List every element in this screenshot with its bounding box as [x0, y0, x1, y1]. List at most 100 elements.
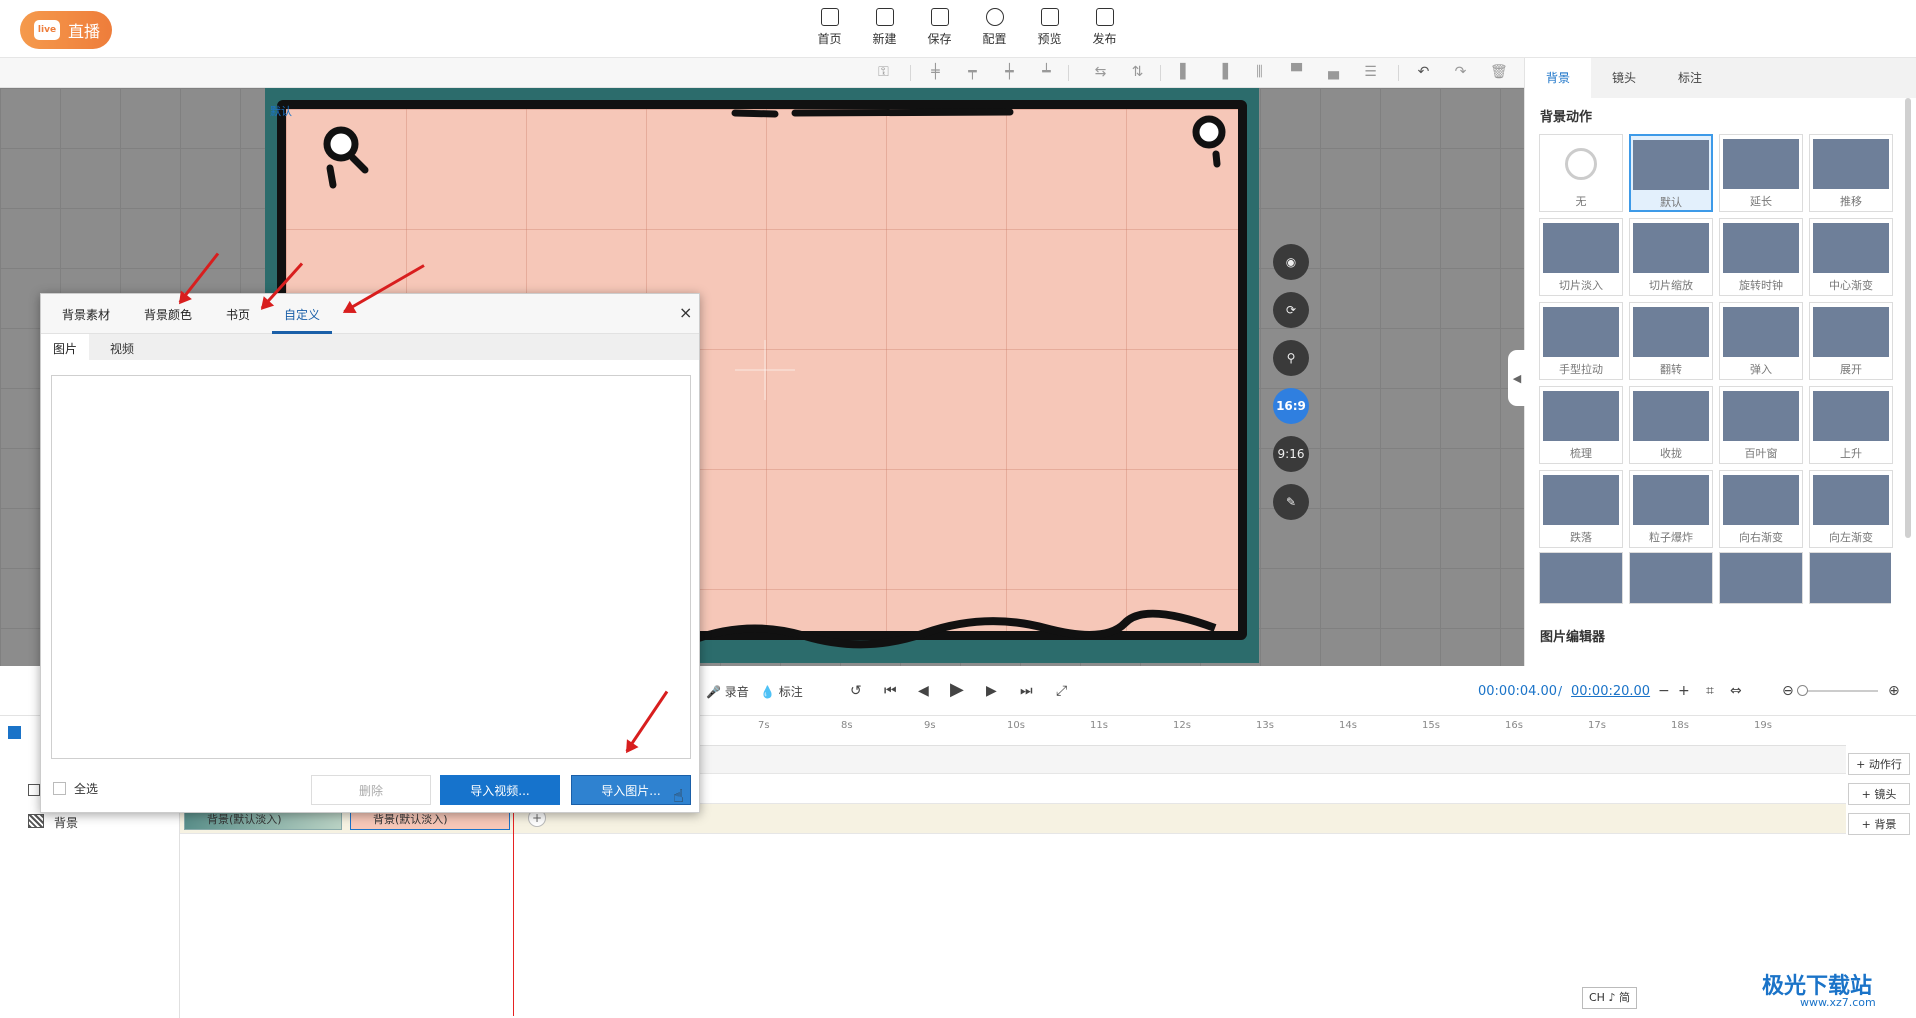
- align-middle-icon[interactable]: ┿: [1002, 65, 1017, 80]
- select-all-checkbox[interactable]: 全选: [53, 780, 98, 797]
- step-back-icon[interactable]: ◀: [918, 683, 929, 699]
- ratio-16-9-button[interactable]: 16:9: [1273, 388, 1309, 424]
- play-icon[interactable]: ▶: [950, 679, 964, 700]
- nav-config[interactable]: 配置: [967, 8, 1022, 47]
- animation-label: 梳理: [1570, 447, 1592, 460]
- import-video-button[interactable]: 导入视频...: [440, 775, 560, 805]
- animation-option[interactable]: 翻转: [1629, 302, 1713, 380]
- add-lens-button[interactable]: + 镜头: [1848, 783, 1910, 805]
- zoom-in-icon[interactable]: ⊕: [1888, 683, 1900, 699]
- ime-indicator[interactable]: CH ♪ 简: [1582, 987, 1637, 1009]
- rotate-button[interactable]: ⟳: [1273, 292, 1309, 328]
- animation-option[interactable]: 手型拉动: [1539, 302, 1623, 380]
- screenshot-button[interactable]: ◉: [1273, 244, 1309, 280]
- animation-option[interactable]: 向右渐变: [1719, 470, 1803, 548]
- annotate-button[interactable]: 💧 标注: [760, 683, 803, 700]
- nav-preview[interactable]: 预览: [1022, 8, 1077, 47]
- tab-custom[interactable]: 自定义: [284, 306, 320, 323]
- skip-end-icon[interactable]: ⏭: [1020, 683, 1033, 699]
- animation-thumb[interactable]: [1719, 552, 1803, 604]
- nav-new[interactable]: 新建: [857, 8, 912, 47]
- unlock-button[interactable]: ⚲: [1273, 340, 1309, 376]
- pencil-icon: ✎: [1285, 495, 1297, 509]
- align-left-icon[interactable]: ▌: [1178, 65, 1193, 80]
- nav-home[interactable]: 首页: [802, 8, 857, 47]
- lock-icon[interactable]: ⚿: [876, 65, 891, 80]
- tab-annotation[interactable]: 标注: [1657, 58, 1723, 98]
- zoom-slider[interactable]: [1800, 690, 1878, 692]
- flip-h-icon[interactable]: ⇆: [1093, 65, 1108, 80]
- animation-thumb: [1723, 223, 1799, 273]
- step-forward-icon[interactable]: ▶: [986, 683, 997, 699]
- animation-option[interactable]: 跌落: [1539, 470, 1623, 548]
- tab-background[interactable]: 背景: [1525, 58, 1591, 98]
- animation-option[interactable]: 无: [1539, 134, 1623, 212]
- animation-thumb: [1543, 391, 1619, 441]
- tab-book-page[interactable]: 书页: [226, 306, 250, 323]
- close-icon[interactable]: ×: [679, 303, 692, 322]
- align-center-h-icon[interactable]: ╪: [928, 65, 943, 80]
- animation-option[interactable]: 上升: [1809, 386, 1893, 464]
- nav-preview-label: 预览: [1037, 32, 1062, 46]
- align-bottom-icon[interactable]: ┷: [1039, 65, 1054, 80]
- live-button[interactable]: live 直播: [20, 11, 112, 49]
- animation-option[interactable]: 向左渐变: [1809, 470, 1893, 548]
- fullscreen-icon[interactable]: ⤢: [1056, 683, 1067, 699]
- subtab-image[interactable]: 图片: [53, 340, 77, 357]
- distribute-v-icon[interactable]: ☰: [1363, 65, 1378, 80]
- align-top-icon[interactable]: ┯: [965, 65, 980, 80]
- panel-scrollbar[interactable]: [1905, 98, 1911, 538]
- edit-button[interactable]: ✎: [1273, 484, 1309, 520]
- replay-icon[interactable]: ↺: [850, 683, 862, 699]
- align-bottom-edge-icon[interactable]: ▄: [1326, 65, 1341, 80]
- redo-icon[interactable]: ↷: [1453, 65, 1468, 80]
- minus-icon[interactable]: −: [1658, 683, 1670, 699]
- animation-thumb[interactable]: [1539, 552, 1623, 604]
- zoom-out-icon[interactable]: ⊖: [1782, 683, 1794, 699]
- add-background-button[interactable]: + 背景: [1848, 813, 1910, 835]
- animation-option[interactable]: 切片缩放: [1629, 218, 1713, 296]
- delete-button[interactable]: 删除: [311, 775, 431, 805]
- align-right-icon[interactable]: ▐: [1215, 65, 1230, 80]
- ratio-9-16-button[interactable]: 9:16: [1273, 436, 1309, 472]
- distribute-h-icon[interactable]: ⫼: [1252, 65, 1267, 80]
- animation-option[interactable]: 百叶窗: [1719, 386, 1803, 464]
- trash-icon[interactable]: 🗑: [1490, 65, 1508, 80]
- animation-option[interactable]: 旋转时钟: [1719, 218, 1803, 296]
- animation-option[interactable]: 弹入: [1719, 302, 1803, 380]
- animation-option[interactable]: 中心渐变: [1809, 218, 1893, 296]
- animation-thumb[interactable]: [1629, 552, 1713, 604]
- tab-background-material[interactable]: 背景素材: [62, 306, 110, 323]
- animation-option[interactable]: 切片淡入: [1539, 218, 1623, 296]
- collapse-panel-tab[interactable]: ◀: [1508, 350, 1526, 406]
- nav-publish-label: 发布: [1092, 32, 1117, 46]
- animation-option[interactable]: 收拢: [1629, 386, 1713, 464]
- checkbox-checked[interactable]: [8, 726, 21, 739]
- animation-option[interactable]: 梳理: [1539, 386, 1623, 464]
- nav-publish[interactable]: 发布: [1077, 8, 1132, 47]
- add-action-row-button[interactable]: + 动作行: [1848, 753, 1910, 775]
- plus-icon[interactable]: +: [1678, 683, 1690, 699]
- checkbox[interactable]: [28, 784, 40, 796]
- animation-option[interactable]: 展开: [1809, 302, 1893, 380]
- media-type-tabs: 图片 视频: [41, 334, 699, 360]
- animation-thumb[interactable]: [1809, 552, 1891, 604]
- tab-background-color[interactable]: 背景颜色: [144, 306, 192, 323]
- subtab-video[interactable]: 视频: [110, 340, 134, 357]
- align-top-edge-icon[interactable]: ▀: [1289, 65, 1304, 80]
- undo-icon[interactable]: ↶: [1416, 65, 1431, 80]
- zoom-slider-handle[interactable]: [1797, 685, 1808, 696]
- tab-lens[interactable]: 镜头: [1591, 58, 1657, 98]
- crop-time-icon[interactable]: ⌗: [1706, 683, 1714, 699]
- record-button[interactable]: 🎤 录音: [706, 683, 749, 700]
- animation-option[interactable]: 延长: [1719, 134, 1803, 212]
- animation-option[interactable]: 默认: [1629, 134, 1713, 212]
- nav-save[interactable]: 保存: [912, 8, 967, 47]
- flip-v-icon[interactable]: ⇅: [1130, 65, 1145, 80]
- media-list[interactable]: [51, 375, 691, 759]
- total-time[interactable]: 00:00:20.00: [1571, 684, 1650, 699]
- skip-start-icon[interactable]: ⏮: [884, 683, 897, 699]
- animation-option[interactable]: 推移: [1809, 134, 1893, 212]
- fit-width-icon[interactable]: ⇔: [1730, 683, 1742, 699]
- animation-option[interactable]: 粒子爆炸: [1629, 470, 1713, 548]
